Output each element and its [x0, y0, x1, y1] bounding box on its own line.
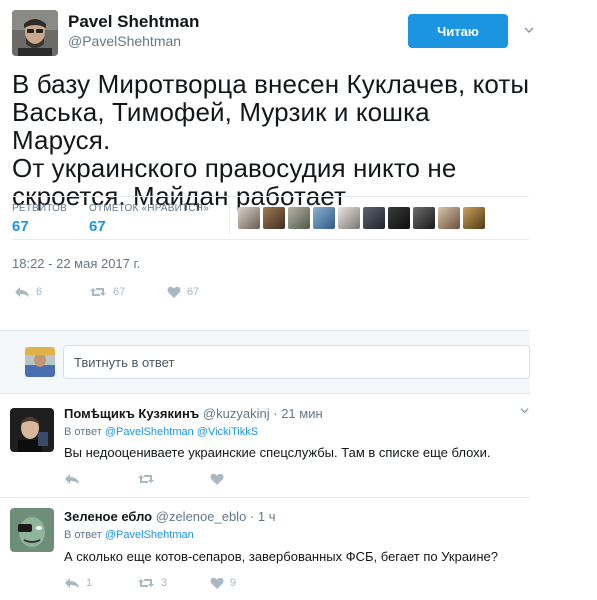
- reply-to-prefix: В ответ: [64, 426, 102, 438]
- author-handle[interactable]: @PavelShehtman: [68, 33, 181, 49]
- liker-avatar[interactable]: [238, 207, 260, 229]
- like-action[interactable]: 9: [210, 577, 236, 589]
- reply-to-mentions[interactable]: @PavelShehtman: [105, 529, 194, 541]
- reply-text: А сколько еще котов-сепаров, завербованн…: [64, 549, 498, 564]
- separator-dot: ·: [249, 509, 255, 524]
- heart-icon: [210, 473, 224, 485]
- reply-count: 1: [86, 577, 93, 589]
- reply-header: Помѣщикъ Кузякинъ @kuzyakinj · 21 мин: [64, 406, 323, 421]
- tweet-actions: 6 67 67: [14, 286, 199, 298]
- reply-avatar[interactable]: [10, 508, 54, 552]
- reply-author-handle[interactable]: @zelenoe_eblo: [156, 509, 247, 524]
- liker-avatar[interactable]: [338, 207, 360, 229]
- reply-action[interactable]: 6: [14, 286, 89, 298]
- separator-dot: ·: [273, 406, 278, 421]
- like-count: 9: [230, 577, 237, 589]
- tweet-text: В базу Миротворца внесен Куклачев, коты …: [12, 70, 532, 210]
- retweets-count: 67: [12, 218, 29, 235]
- reply-time[interactable]: 21 мин: [281, 406, 322, 421]
- like-count: 67: [187, 286, 200, 298]
- reply-author-name[interactable]: Зеленое ебло: [64, 509, 152, 524]
- heart-icon: [167, 286, 181, 298]
- retweet-count: 3: [161, 577, 168, 589]
- heart-icon: [210, 577, 224, 589]
- reply-count: 6: [36, 286, 43, 298]
- likes-stat[interactable]: ОТМЕТОК «НРАВИТСЯ» 67: [89, 203, 209, 235]
- tweet-text-line: От украинского правосудия никто не: [12, 153, 457, 183]
- retweet-icon: [89, 286, 107, 298]
- retweet-action[interactable]: [137, 473, 210, 485]
- reply-icon: [64, 577, 80, 589]
- reply-text: Вы недооцениваете украинские спецслужбы.…: [64, 445, 491, 460]
- reply-icon: [14, 286, 30, 298]
- retweet-action[interactable]: 3: [137, 577, 210, 589]
- reply-icon: [64, 473, 80, 485]
- retweet-icon: [137, 577, 155, 589]
- chevron-down-icon[interactable]: [520, 406, 529, 418]
- reply-actions: [64, 473, 230, 485]
- divider: [229, 203, 230, 235]
- reply-tweet[interactable]: Помѣщикъ Кузякинъ @kuzyakinj · 21 мин В …: [0, 394, 530, 498]
- tweet-text-line: Васька, Тимофей, Мурзик и кошка Маруся.: [12, 97, 430, 155]
- reply-input[interactable]: Твитнуть в ответ: [63, 345, 530, 379]
- liker-avatar[interactable]: [313, 207, 335, 229]
- retweet-count: 67: [113, 286, 126, 298]
- reply-avatar[interactable]: [10, 408, 54, 452]
- chevron-down-icon[interactable]: [524, 24, 534, 34]
- author-avatar[interactable]: [12, 10, 58, 56]
- reply-to-mentions[interactable]: @PavelShehtman @VickiTikkS: [105, 426, 258, 438]
- liker-avatars: [238, 207, 485, 229]
- retweets-stat[interactable]: РЕТВИТОВ 67: [12, 203, 67, 235]
- reply-to-line: В ответ @PavelShehtman @VickiTikkS: [64, 426, 258, 438]
- liker-avatar[interactable]: [363, 207, 385, 229]
- reply-tweet[interactable]: Зеленое ебло @zelenoe_eblo · 1 ч В ответ…: [0, 498, 530, 600]
- reply-header: Зеленое ебло @zelenoe_eblo · 1 ч: [64, 509, 276, 524]
- like-action[interactable]: [210, 473, 230, 485]
- liker-avatar[interactable]: [388, 207, 410, 229]
- tweet-text-line: В базу Миротворца внесен Куклачев, коты: [12, 69, 530, 99]
- current-user-avatar: [25, 347, 55, 377]
- reply-to-line: В ответ @PavelShehtman: [64, 529, 194, 541]
- reply-composer: Твитнуть в ответ: [0, 330, 530, 394]
- tweet-stats: РЕТВИТОВ 67 ОТМЕТОК «НРАВИТСЯ» 67: [12, 196, 529, 240]
- reply-time[interactable]: 1 ч: [258, 509, 276, 524]
- like-action[interactable]: 67: [167, 286, 199, 298]
- liker-avatar[interactable]: [288, 207, 310, 229]
- likes-count: 67: [89, 218, 106, 235]
- tweet-timestamp[interactable]: 18:22 - 22 мая 2017 г.: [12, 256, 140, 271]
- liker-avatar[interactable]: [413, 207, 435, 229]
- liker-avatar[interactable]: [263, 207, 285, 229]
- author-name[interactable]: Pavel Shehtman: [68, 12, 199, 32]
- liker-avatar[interactable]: [438, 207, 460, 229]
- retweet-icon: [137, 473, 155, 485]
- retweet-action[interactable]: 67: [89, 286, 167, 298]
- reply-action[interactable]: [64, 473, 137, 485]
- likes-label: ОТМЕТОК «НРАВИТСЯ»: [89, 203, 209, 214]
- reply-action[interactable]: 1: [64, 577, 137, 589]
- tweet-header: Pavel Shehtman @PavelShehtman Читаю: [12, 10, 534, 58]
- retweets-label: РЕТВИТОВ: [12, 203, 68, 214]
- reply-author-name[interactable]: Помѣщикъ Кузякинъ: [64, 406, 199, 421]
- liker-avatar[interactable]: [463, 207, 485, 229]
- reply-author-handle[interactable]: @kuzyakinj: [203, 406, 270, 421]
- follow-button[interactable]: Читаю: [408, 14, 508, 48]
- reply-actions: 1 3 9: [64, 577, 236, 589]
- reply-to-prefix: В ответ: [64, 529, 102, 541]
